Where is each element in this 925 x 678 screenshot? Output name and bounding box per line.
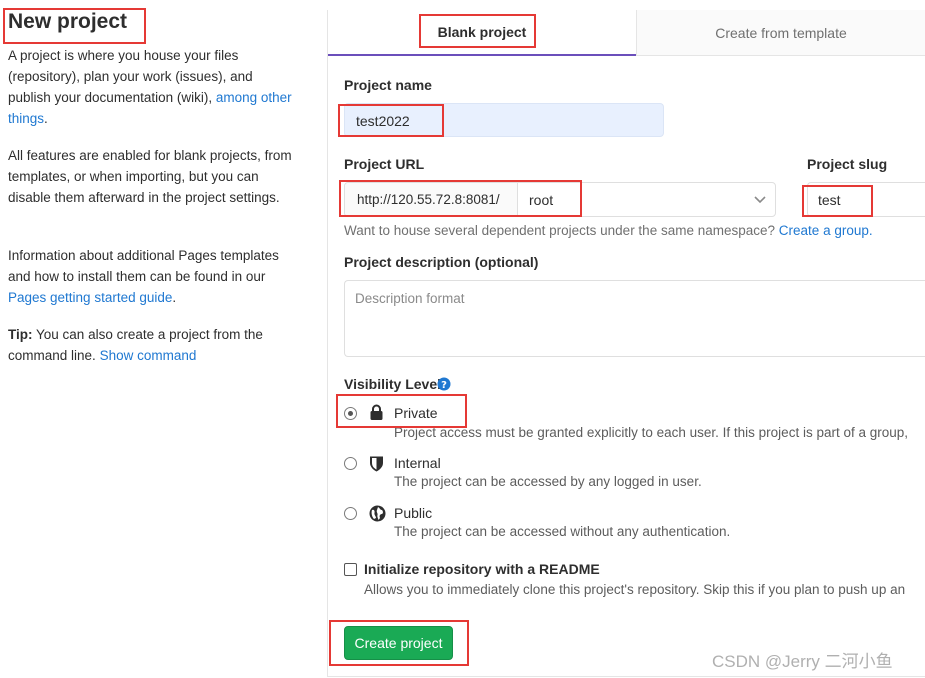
pages-guide-link[interactable]: Pages getting started guide [8, 290, 172, 305]
namespace-select[interactable]: root [518, 183, 775, 216]
tab-blank-label: Blank project [437, 24, 527, 40]
project-url-group: http://120.55.72.8:8081/ root [344, 182, 776, 217]
project-url-label: Project URL [344, 156, 425, 172]
namespace-hint-text: Want to house several dependent projects… [344, 223, 776, 238]
intro-paragraph: A project is where you house your files … [8, 45, 298, 129]
visibility-public-desc: The project can be accessed without any … [394, 524, 731, 539]
tab-create-from-template[interactable]: Create from template [636, 10, 925, 56]
readme-checkbox[interactable] [344, 563, 357, 576]
namespace-value: root [529, 192, 554, 208]
visibility-label-text: Visibility Level [344, 376, 442, 392]
page-title: New project [8, 10, 128, 33]
visibility-internal-radio[interactable] [344, 457, 357, 470]
readme-label[interactable]: Initialize repository with a README [364, 561, 600, 577]
readme-desc: Allows you to immediately clone this pro… [364, 582, 906, 597]
visibility-private-label: Private [394, 405, 438, 421]
pages-paragraph: Information about additional Pages templ… [8, 245, 298, 308]
create-project-button[interactable]: Create project [344, 626, 453, 660]
description-placeholder: Description format [355, 291, 465, 306]
visibility-private-radio[interactable] [344, 407, 357, 420]
shield-icon [370, 456, 383, 472]
create-group-link[interactable]: Create a group. [779, 223, 873, 238]
url-prefix: http://120.55.72.8:8081/ [357, 192, 500, 207]
intro-end: . [44, 111, 48, 126]
project-slug-label: Project slug [807, 156, 888, 172]
description-textarea[interactable]: Description format [344, 280, 925, 357]
visibility-public-radio[interactable] [344, 507, 357, 520]
globe-icon [369, 505, 386, 522]
project-name-label: Project name [344, 77, 432, 93]
tip-paragraph: Tip: You can also create a project from … [8, 324, 298, 366]
svg-text:?: ? [441, 380, 447, 391]
create-project-label: Create project [354, 635, 443, 651]
pages-end: . [172, 290, 177, 305]
description-label: Project description (optional) [344, 254, 539, 270]
chevron-down-icon [754, 196, 766, 204]
url-prefix-addon: http://120.55.72.8:8081/ [345, 183, 518, 216]
visibility-private-desc: Project access must be granted explicitl… [394, 425, 909, 440]
namespace-hint: Want to house several dependent projects… [344, 223, 873, 238]
features-paragraph: All features are enabled for blank proje… [8, 148, 292, 205]
visibility-internal-desc: The project can be accessed by any logge… [394, 474, 702, 489]
project-name-input[interactable]: test2022 [344, 103, 664, 137]
pages-text: Information about additional Pages templ… [8, 248, 279, 284]
project-slug-value: test [818, 192, 841, 208]
visibility-public-label: Public [394, 505, 433, 521]
project-slug-input[interactable]: test [807, 182, 925, 217]
project-name-value: test2022 [356, 113, 410, 129]
tab-template-label: Create from template [715, 24, 847, 41]
lock-icon [370, 404, 383, 420]
visibility-label: Visibility Level [344, 376, 441, 392]
watermark: CSDN @Jerry 二河小鱼 [712, 652, 893, 671]
tab-blank-project[interactable]: Blank project [328, 10, 636, 56]
visibility-internal-label: Internal [394, 455, 441, 471]
tip-label: Tip: [8, 327, 33, 342]
question-icon[interactable]: ? [437, 377, 451, 391]
show-command-link[interactable]: Show command [100, 348, 197, 363]
